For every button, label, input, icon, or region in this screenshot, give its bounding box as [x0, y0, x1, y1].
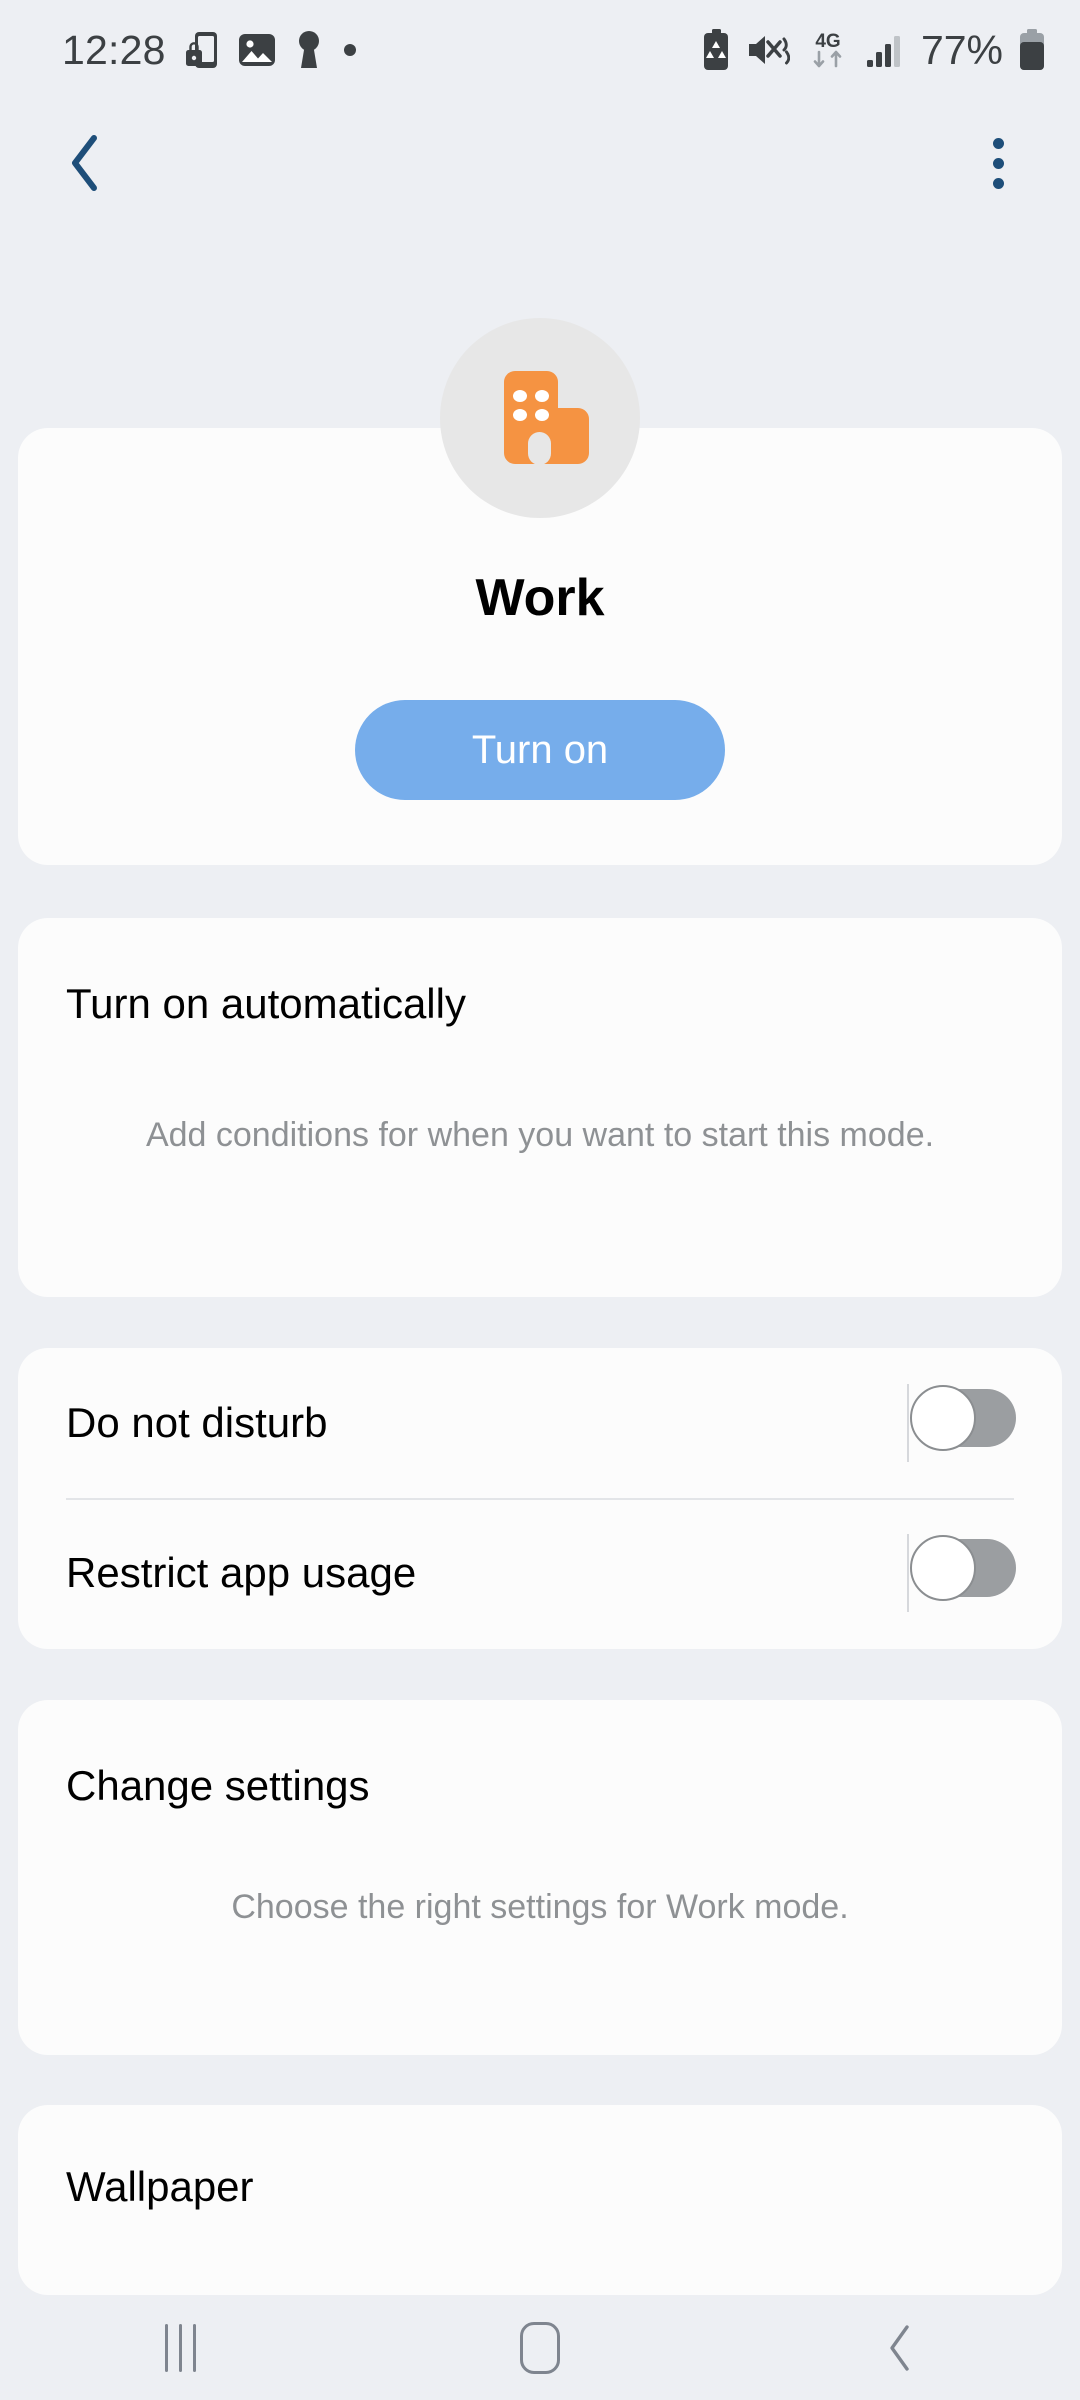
mode-hero-card: Work Turn on — [18, 318, 1062, 865]
menu-dot-icon — [992, 157, 1004, 169]
toggle-divider — [907, 1384, 909, 1462]
4g-data-icon: 4G — [805, 28, 851, 72]
turn-on-automatically-card[interactable]: Turn on automatically Add conditions for… — [18, 918, 1062, 1297]
mode-icon-container — [440, 318, 640, 518]
menu-dot-icon — [992, 137, 1004, 149]
more-options-button[interactable] — [960, 125, 1036, 201]
turn-on-button[interactable]: Turn on — [355, 700, 725, 800]
do-not-disturb-switch[interactable] — [910, 1385, 1016, 1451]
restrict-app-usage-label: Restrict app usage — [66, 1549, 417, 1596]
mode-name-title: Work — [475, 569, 605, 627]
change-settings-description: Choose the right settings for Work mode. — [231, 1888, 849, 1926]
app-bar — [0, 100, 1080, 220]
toggle-divider — [907, 1534, 909, 1612]
wallpaper-title: Wallpaper — [66, 2163, 254, 2210]
signal-bars-icon — [866, 33, 906, 67]
phone-screen: 12:28 4G 77% Work Turn on Turn on automa… — [0, 0, 1080, 2400]
switch-knob — [910, 1535, 976, 1601]
do-not-disturb-row[interactable]: Do not disturb — [18, 1348, 1062, 1498]
change-settings-title: Change settings — [66, 1762, 370, 1809]
work-building-icon — [504, 371, 589, 465]
status-bar-clock: 12:28 — [62, 26, 166, 73]
dot-indicator-icon — [342, 42, 358, 58]
chevron-left-icon — [72, 135, 97, 191]
nav-back-chevron-icon — [890, 2324, 909, 2371]
switch-knob — [910, 1385, 976, 1451]
nav-back-button[interactable] — [810, 2295, 990, 2400]
home-icon — [520, 2321, 560, 2374]
do-not-disturb-label: Do not disturb — [66, 1399, 328, 1446]
turn-on-automatically-title: Turn on automatically — [66, 980, 466, 1027]
status-bar-left: 12:28 — [62, 27, 358, 74]
menu-dot-icon — [992, 177, 1004, 189]
phone-lock-icon — [185, 30, 219, 70]
turn-on-automatically-description: Add conditions for when you want to star… — [145, 1116, 935, 1154]
status-bar: 12:28 4G 77% — [0, 0, 1080, 100]
gallery-image-icon — [238, 31, 276, 69]
system-navigation-bar — [0, 2295, 1080, 2400]
nav-home-button[interactable] — [450, 2295, 630, 2400]
status-bar-right: 4G 77% — [701, 27, 1046, 74]
mute-vibrate-icon — [746, 32, 790, 68]
recents-icon — [164, 2323, 196, 2372]
restrict-app-usage-switch[interactable] — [910, 1535, 1016, 1601]
keyhole-lock-icon — [295, 30, 323, 70]
wallpaper-card[interactable]: Wallpaper — [18, 2105, 1062, 2295]
svg-text:4G: 4G — [815, 31, 840, 52]
restrict-app-usage-row[interactable]: Restrict app usage — [18, 1498, 1062, 1648]
battery-saver-icon — [701, 29, 731, 71]
battery-icon — [1018, 29, 1046, 71]
toggles-card: Do not disturb Restrict app usage — [18, 1348, 1062, 1649]
back-button[interactable] — [48, 125, 124, 201]
nav-recents-button[interactable] — [90, 2295, 270, 2400]
change-settings-card[interactable]: Change settings Choose the right setting… — [18, 1700, 1062, 2055]
battery-percent-label: 77% — [920, 26, 1003, 73]
